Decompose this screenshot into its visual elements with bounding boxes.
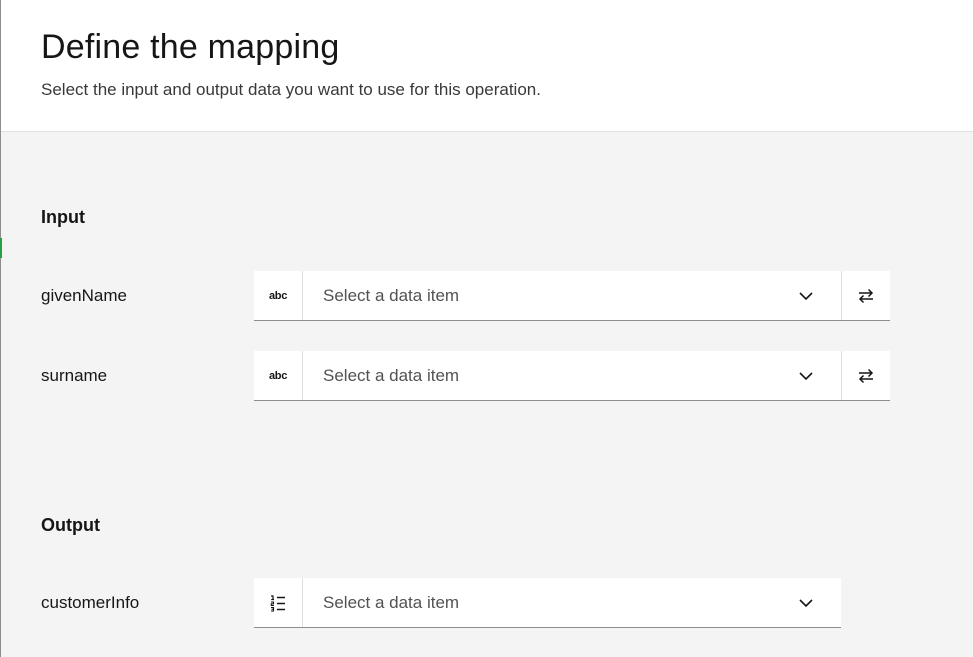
output-label-customerinfo: customerInfo [41, 593, 140, 612]
page-subtitle: Select the input and output data you wan… [41, 80, 541, 99]
list-icon [270, 594, 285, 612]
page-title: Define the mapping [41, 28, 340, 66]
type-abc-text: abc [268, 369, 288, 382]
string-type-icon: abc [254, 351, 303, 400]
customerinfo-mapping-field: Select a data item [254, 578, 841, 628]
select-placeholder: Select a data item [323, 365, 460, 385]
givenname-data-item-select[interactable]: Select a data item [303, 271, 841, 320]
swap-arrows-icon [858, 288, 874, 303]
input-label-surname: surname [41, 366, 108, 385]
list-type-icon [254, 578, 303, 627]
input-section-title: Input [41, 207, 85, 227]
panel-header: Define the mapping Select the input and … [1, 0, 973, 132]
select-placeholder: Select a data item [323, 285, 460, 305]
side-accent-marker [0, 238, 2, 258]
type-abc-text: abc [268, 289, 288, 302]
surname-mapping-field: abc Select a data item [254, 351, 890, 401]
customerinfo-data-item-select[interactable]: Select a data item [303, 578, 841, 627]
input-label-givenname: givenName [41, 286, 127, 305]
output-section-title: Output [41, 515, 100, 535]
surname-swap-button[interactable] [841, 351, 890, 400]
chevron-down-icon [799, 292, 813, 301]
chevron-down-icon [799, 372, 813, 381]
swap-arrows-icon [858, 368, 874, 383]
chevron-down-icon [799, 599, 813, 608]
givenname-swap-button[interactable] [841, 271, 890, 320]
string-type-icon: abc [254, 271, 303, 320]
givenname-mapping-field: abc Select a data item [254, 271, 890, 321]
surname-data-item-select[interactable]: Select a data item [303, 351, 841, 400]
select-placeholder: Select a data item [323, 592, 460, 612]
